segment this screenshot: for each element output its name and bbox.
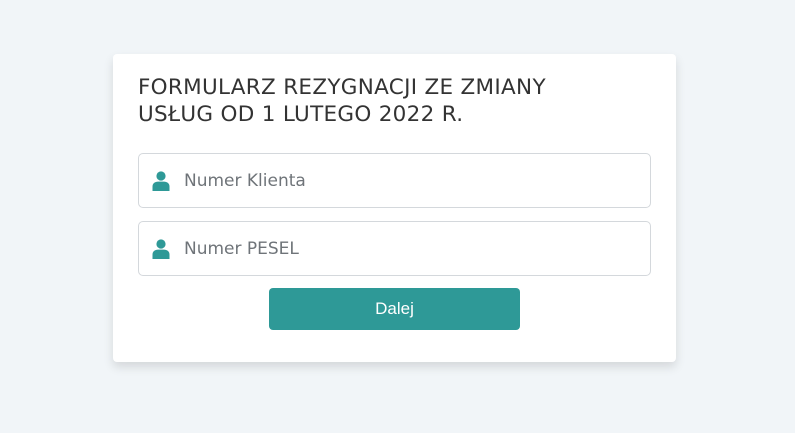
form-title: FORMULARZ REZYGNACJI ZE ZMIANY USŁUG OD … [138,74,651,128]
pesel-number-field[interactable] [138,221,651,276]
form-card: FORMULARZ REZYGNACJI ZE ZMIANY USŁUG OD … [113,54,676,362]
form-title-line-2: USŁUG OD 1 LUTEGO 2022 R. [138,102,464,127]
pesel-number-input[interactable] [184,222,650,275]
form-title-line-1: FORMULARZ REZYGNACJI ZE ZMIANY [138,75,546,100]
user-icon [151,170,171,192]
next-button[interactable]: Dalej [269,288,520,330]
customer-number-input[interactable] [184,154,650,207]
customer-number-field[interactable] [138,153,651,208]
user-icon [151,238,171,260]
